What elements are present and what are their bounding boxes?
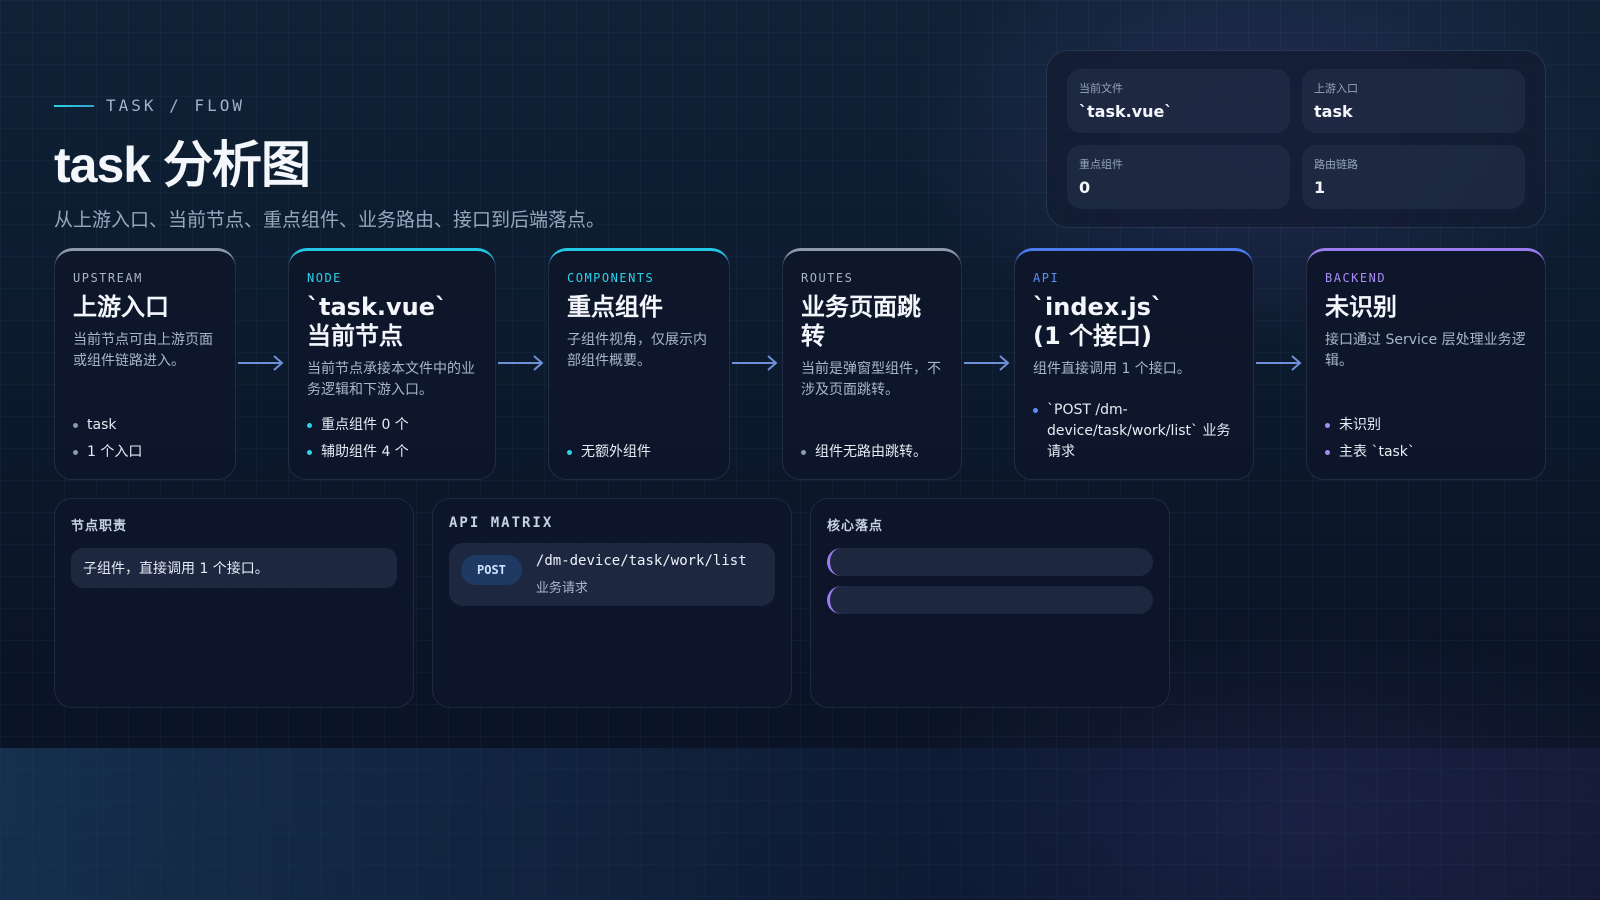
stat-value: 1	[1314, 178, 1326, 197]
card-routes: ROUTES 业务页面跳转 当前是弹窗型组件，不涉及页面跳转。 组件无路由跳转。	[782, 248, 962, 480]
card-kicker: COMPONENTS	[567, 271, 655, 285]
card-list: `POST /dm-device/task/work/list` 业务请求	[1033, 394, 1241, 463]
list-item: 未识别	[1325, 415, 1533, 436]
page-title: task 分析图	[54, 137, 311, 193]
card-components: COMPONENTS 重点组件 子组件视角，仅展示内部组件概要。 无额外组件	[548, 248, 730, 480]
eyebrow: TASK / FLOW	[54, 96, 605, 115]
card-list: task 1 个入口	[73, 409, 223, 463]
card-title: `task.vue` 当前节点	[307, 293, 448, 350]
bottom-band	[0, 748, 1600, 900]
card-title: 重点组件	[567, 293, 663, 321]
card-list: 未识别 主表 `task`	[1325, 409, 1533, 463]
stat-label: 当前文件	[1079, 82, 1123, 95]
stat-components: 重点组件 0	[1067, 145, 1290, 209]
card-desc: 当前是弹窗型组件，不涉及页面跳转。	[801, 360, 941, 399]
stat-label: 路由链路	[1314, 158, 1358, 171]
arrow-right-icon	[498, 355, 544, 371]
stat-value: task	[1314, 102, 1353, 121]
api-row: POST /dm-device/task/work/list 业务请求	[449, 543, 775, 606]
panel-title: 节点职责	[71, 519, 128, 534]
page-subtitle: 从上游入口、当前节点、重点组件、业务路由、接口到后端落点。	[54, 209, 606, 231]
card-kicker: BACKEND	[1325, 271, 1387, 285]
card-desc: 当前节点承接本文件中的业务逻辑和下游入口。	[307, 360, 475, 399]
api-info: /dm-device/task/work/list 业务请求	[536, 553, 747, 596]
panel-title: 核心落点	[827, 519, 884, 534]
eyebrow-line	[54, 104, 94, 107]
header: TASK / FLOW task 分析图 从上游入口、当前节点、重点组件、业务路…	[54, 96, 605, 232]
api-path: /dm-device/task/work/list	[535, 553, 747, 569]
eyebrow-text: TASK / FLOW	[106, 96, 245, 115]
list-item: 辅助组件 4 个	[307, 442, 483, 463]
duty-text: 子组件，直接调用 1 个接口。	[71, 548, 397, 588]
card-title: `index.js` (1 个接口)	[1033, 293, 1163, 350]
card-list: 重点组件 0 个 辅助组件 4 个	[307, 409, 483, 463]
list-item: 无额外组件	[567, 442, 717, 463]
panel-core-landing: 核心落点	[810, 498, 1170, 708]
card-upstream: UPSTREAM 上游入口 当前节点可由上游页面或组件链路进入。 task 1 …	[54, 248, 236, 480]
card-desc: 子组件视角，仅展示内部组件概要。	[567, 331, 707, 370]
method-badge: POST	[461, 555, 522, 585]
stat-routes: 路由链路 1	[1302, 145, 1525, 209]
card-list: 无额外组件	[567, 436, 717, 463]
arrow-right-icon	[964, 355, 1010, 371]
list-item: `POST /dm-device/task/work/list` 业务请求	[1033, 400, 1241, 463]
card-list: 组件无路由跳转。	[801, 436, 949, 463]
arrow-right-icon	[732, 355, 778, 371]
card-api: API `index.js` (1 个接口) 组件直接调用 1 个接口。 `PO…	[1014, 248, 1254, 480]
list-item: task	[73, 415, 223, 436]
landing-bar	[827, 548, 1153, 576]
arrow-right-icon	[1256, 355, 1302, 371]
card-desc: 组件直接调用 1 个接口。	[1033, 360, 1191, 377]
stat-label: 重点组件	[1079, 158, 1123, 171]
api-note: 业务请求	[535, 581, 588, 596]
stats-panel: 当前文件 `task.vue` 上游入口 task 重点组件 0 路由链路 1	[1046, 50, 1546, 228]
card-kicker: ROUTES	[801, 271, 854, 285]
card-desc: 当前节点可由上游页面或组件链路进入。	[73, 331, 213, 370]
card-desc: 接口通过 Service 层处理业务逻辑。	[1325, 331, 1526, 370]
panel-api-matrix: API MATRIX POST /dm-device/task/work/lis…	[432, 498, 792, 708]
stat-current-file: 当前文件 `task.vue`	[1067, 69, 1290, 133]
panel-node-duty: 节点职责 子组件，直接调用 1 个接口。	[54, 498, 414, 708]
stat-label: 上游入口	[1314, 82, 1358, 95]
card-title: 业务页面跳转	[801, 293, 921, 350]
card-backend: BACKEND 未识别 接口通过 Service 层处理业务逻辑。 未识别 主表…	[1306, 248, 1546, 480]
list-item: 主表 `task`	[1325, 442, 1533, 463]
list-item: 组件无路由跳转。	[801, 442, 949, 463]
card-kicker: UPSTREAM	[73, 271, 143, 285]
stat-value: `task.vue`	[1079, 102, 1173, 121]
list-item: 1 个入口	[73, 442, 223, 463]
panel-title: API MATRIX	[449, 515, 554, 531]
card-kicker: NODE	[307, 271, 342, 285]
card-title: 上游入口	[73, 293, 169, 321]
stat-value: 0	[1079, 178, 1091, 197]
stat-upstream: 上游入口 task	[1302, 69, 1525, 133]
card-node: NODE `task.vue` 当前节点 当前节点承接本文件中的业务逻辑和下游入…	[288, 248, 496, 480]
arrow-right-icon	[238, 355, 284, 371]
landing-bar	[827, 586, 1153, 614]
card-kicker: API	[1033, 271, 1060, 285]
card-title: 未识别	[1325, 293, 1397, 321]
list-item: 重点组件 0 个	[307, 415, 483, 436]
